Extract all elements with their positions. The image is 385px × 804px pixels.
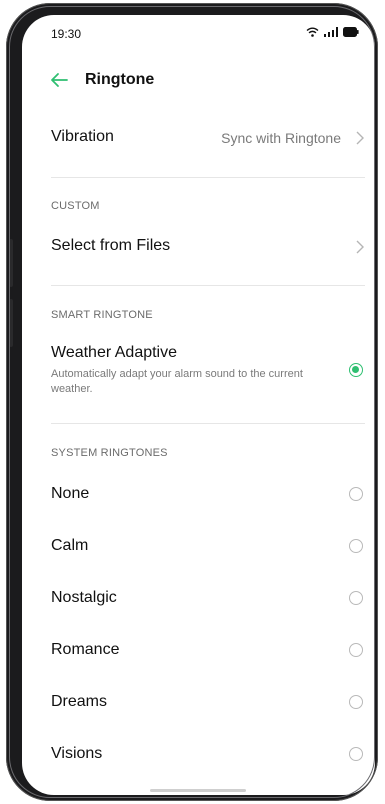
ringtone-item-none[interactable]: None: [22, 480, 375, 510]
ringtone-radio[interactable]: [349, 539, 363, 553]
chevron-right-icon: [356, 240, 364, 254]
ringtone-item-calm[interactable]: Calm: [22, 532, 375, 562]
screen: 19:30 Ringtone Vibration Sync with Ringt…: [22, 15, 375, 795]
signal-icon: [324, 27, 338, 37]
page-title: Ringtone: [85, 71, 155, 88]
wifi-icon: [306, 27, 319, 37]
phone-frame: 19:30 Ringtone Vibration Sync with Ringt…: [6, 3, 378, 801]
ringtone-radio[interactable]: [349, 487, 363, 501]
volume-button: [9, 299, 13, 347]
status-time: 19:30: [51, 27, 82, 41]
select-from-files-row[interactable]: Select from Files: [22, 232, 375, 262]
ringtone-label: Calm: [51, 537, 89, 554]
ringtone-radio[interactable]: [349, 643, 363, 657]
section-header-custom: CUSTOM: [51, 200, 100, 212]
select-from-files-label: Select from Files: [51, 237, 171, 254]
status-bar: 19:30: [22, 15, 375, 51]
ringtone-label: Romance: [51, 641, 120, 658]
weather-adaptive-radio[interactable]: [349, 363, 363, 377]
status-icons: [306, 27, 359, 37]
top-bar: Ringtone: [22, 67, 375, 97]
ringtone-item-visions[interactable]: Visions: [22, 740, 375, 770]
ringtone-radio[interactable]: [349, 591, 363, 605]
weather-adaptive-row[interactable]: Weather Adaptive Automatically adapt you…: [22, 338, 375, 400]
divider: [51, 423, 365, 424]
section-header-system-ringtones: SYSTEM RINGTONES: [51, 447, 168, 459]
divider: [51, 177, 365, 178]
divider: [51, 285, 365, 286]
back-arrow-icon[interactable]: [48, 69, 70, 91]
ringtone-item-romance[interactable]: Romance: [22, 636, 375, 666]
weather-adaptive-label: Weather Adaptive: [51, 344, 178, 361]
home-indicator[interactable]: [150, 789, 246, 792]
vibration-row[interactable]: Vibration Sync with Ringtone: [22, 123, 375, 153]
ringtone-item-dreams[interactable]: Dreams: [22, 688, 375, 718]
ringtone-item-nostalgic[interactable]: Nostalgic: [22, 584, 375, 614]
battery-icon: [343, 27, 359, 37]
section-header-smart-ringtone: SMART RINGTONE: [51, 309, 153, 321]
chevron-right-icon: [356, 131, 364, 145]
ringtone-label: None: [51, 485, 90, 502]
ringtone-radio[interactable]: [349, 695, 363, 709]
weather-adaptive-description: Automatically adapt your alarm sound to …: [51, 368, 303, 395]
ringtone-label: Visions: [51, 745, 103, 762]
vibration-value: Sync with Ringtone: [221, 130, 341, 146]
ringtone-label: Dreams: [51, 693, 108, 710]
vibration-label: Vibration: [51, 128, 114, 145]
ringtone-label: Nostalgic: [51, 589, 117, 606]
volume-button: [9, 239, 13, 287]
ringtone-radio[interactable]: [349, 747, 363, 761]
